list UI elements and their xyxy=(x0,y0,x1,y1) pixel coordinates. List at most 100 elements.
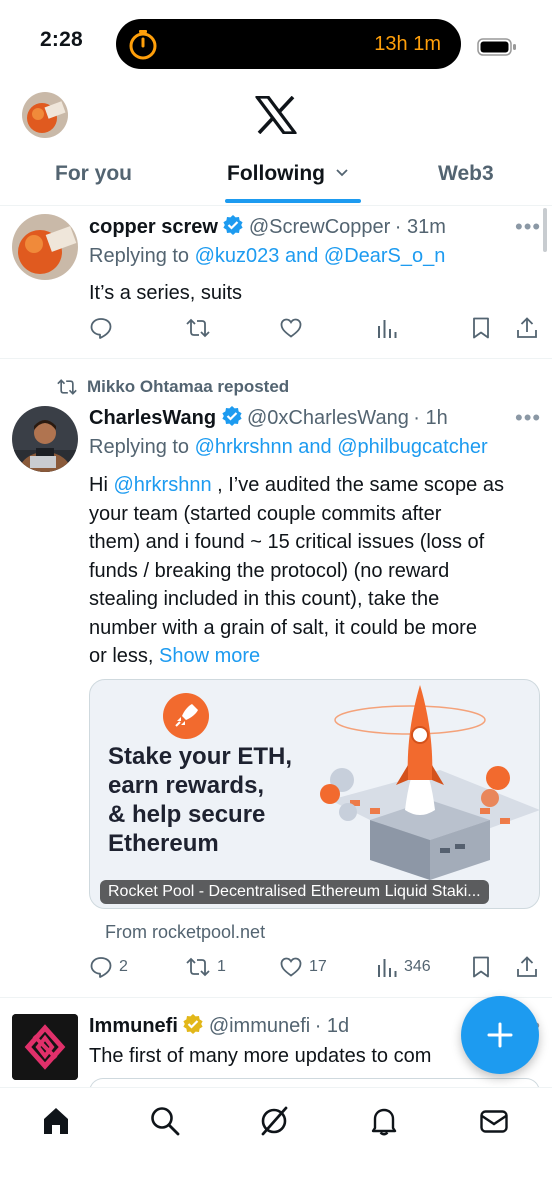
tweet-text-line: Hi xyxy=(89,474,114,496)
grok-icon[interactable] xyxy=(258,1105,290,1137)
tweet-time: · 1d xyxy=(314,1015,350,1037)
bookmark-button[interactable] xyxy=(471,955,491,979)
repost-button[interactable] xyxy=(185,316,211,340)
timer-icon xyxy=(126,27,160,61)
tab-for-you[interactable]: For you xyxy=(55,162,132,186)
card-headline: Stake your ETH, earn rewards, & help sec… xyxy=(108,742,308,858)
mention-link[interactable]: @hrkrshnn xyxy=(113,474,211,496)
profile-avatar[interactable] xyxy=(22,92,68,138)
like-count: 17 xyxy=(309,958,327,975)
bookmark-icon xyxy=(471,316,491,340)
author-name[interactable]: CharlesWang xyxy=(89,407,216,429)
replying-prefix: Replying to xyxy=(89,436,190,458)
timer-text: 13h 1m xyxy=(374,33,441,55)
repost-context[interactable]: Mikko Ohtamaa reposted xyxy=(55,377,289,397)
tweet-text-line: funds / breaking the protocol) (no rewar… xyxy=(89,559,450,582)
avatar[interactable] xyxy=(12,406,78,472)
reply-icon xyxy=(89,955,113,979)
tweet-header: Immunefi @immunefi · 1d xyxy=(89,1013,349,1038)
avatar[interactable] xyxy=(12,214,78,280)
card-source[interactable]: From rocketpool.net xyxy=(105,922,265,943)
card-headline-line: & help secure xyxy=(108,801,266,828)
active-tab-indicator xyxy=(225,199,361,203)
card-title-label: Rocket Pool - Decentralised Ethereum Liq… xyxy=(100,880,489,904)
author-name[interactable]: Immunefi xyxy=(89,1015,178,1037)
tweet-text-line: , I’ve audited the same scope as xyxy=(211,474,504,496)
tweet-actions: 2 1 17 346 xyxy=(0,955,552,985)
tweet-header: copper screw @ScrewCopper · 31m xyxy=(89,214,446,239)
tab-following-label: Following xyxy=(227,162,325,185)
card-headline-line: Stake your ETH, xyxy=(108,743,293,770)
share-icon xyxy=(515,316,539,340)
tweet-time: · 1h xyxy=(413,407,448,429)
tab-web3[interactable]: Web3 xyxy=(438,162,494,186)
views-icon xyxy=(376,955,398,979)
bottom-navigation xyxy=(0,1087,552,1200)
repost-icon xyxy=(185,955,211,979)
repost-icon xyxy=(55,377,79,397)
repost-button[interactable]: 1 xyxy=(185,955,226,979)
repost-count: 1 xyxy=(217,958,226,975)
divider xyxy=(0,358,552,359)
reply-button[interactable]: 2 xyxy=(89,955,128,979)
repost-icon xyxy=(185,316,211,340)
search-icon[interactable] xyxy=(149,1105,181,1137)
tweet-time: · 31m xyxy=(394,216,446,238)
bookmark-button[interactable] xyxy=(471,316,491,340)
replying-users[interactable]: @hrkrshnn and @philbugcatcher xyxy=(195,436,488,458)
card-headline-line: Ethereum xyxy=(108,830,219,857)
tweet-text: It’s a series, suits xyxy=(89,282,243,304)
repost-label: Mikko Ohtamaa reposted xyxy=(87,377,290,396)
verified-badge-icon xyxy=(221,405,243,427)
author-handle[interactable]: @immunefi xyxy=(209,1015,310,1037)
x-logo-icon[interactable] xyxy=(255,96,297,134)
compose-button[interactable] xyxy=(461,996,539,1074)
views-button[interactable] xyxy=(376,316,398,340)
chevron-down-icon xyxy=(335,168,349,177)
views-icon xyxy=(376,316,398,340)
rocket-illustration xyxy=(290,680,539,908)
replying-to: Replying to @hrkrshnn and @philbugcatche… xyxy=(89,436,488,459)
heart-icon xyxy=(279,316,303,340)
share-icon xyxy=(515,955,539,979)
link-card[interactable]: Stake your ETH, earn rewards, & help sec… xyxy=(89,679,540,909)
replying-to: Replying to @kuz023 and @DearS_o_n xyxy=(89,245,445,268)
home-icon[interactable] xyxy=(40,1105,72,1137)
more-options-icon[interactable]: ••• xyxy=(515,405,541,431)
heart-icon xyxy=(279,955,303,979)
scrollbar[interactable] xyxy=(543,208,547,252)
views-button[interactable]: 346 xyxy=(376,955,431,979)
avatar[interactable] xyxy=(12,1014,78,1080)
divider xyxy=(0,997,552,998)
status-time: 2:28 xyxy=(40,28,83,51)
tweet-text-line: them) and i found ~ 15 critical issues (… xyxy=(89,531,485,553)
tweet-text-line: number with a grain of salt, it could be… xyxy=(89,616,477,639)
reply-count: 2 xyxy=(119,958,128,975)
card-headline-line: earn rewards, xyxy=(108,772,265,799)
messages-icon[interactable] xyxy=(478,1105,510,1137)
share-button[interactable] xyxy=(515,316,539,340)
tweet-text-line: your team (started couple commits after xyxy=(89,502,442,525)
rocket-pool-logo-icon xyxy=(162,692,210,740)
author-handle[interactable]: @ScrewCopper xyxy=(249,216,390,238)
timeline-tabs: For you Following Web3 xyxy=(0,150,552,206)
battery-icon xyxy=(477,38,517,56)
replying-users[interactable]: @kuz023 and @DearS_o_n xyxy=(195,245,446,267)
author-handle[interactable]: @0xCharlesWang xyxy=(247,407,409,429)
reply-button[interactable] xyxy=(89,316,113,340)
tweet-header: CharlesWang @0xCharlesWang · 1h xyxy=(89,405,448,430)
more-options-icon[interactable]: ••• xyxy=(515,214,541,240)
reply-icon xyxy=(89,316,113,340)
author-name[interactable]: copper screw xyxy=(89,216,218,238)
tab-following[interactable]: Following xyxy=(227,162,349,186)
share-button[interactable] xyxy=(515,955,539,979)
replying-prefix: Replying to xyxy=(89,245,190,267)
tweet-text-line: or less, xyxy=(89,645,160,667)
dynamic-island[interactable]: 13h 1m xyxy=(116,19,461,69)
views-count: 346 xyxy=(404,958,431,975)
like-button[interactable] xyxy=(279,316,303,340)
like-button[interactable]: 17 xyxy=(279,955,327,979)
notifications-icon[interactable] xyxy=(368,1105,400,1137)
tweet-text: Hi @hrkrshnn , I’ve audited the same sco… xyxy=(89,471,544,671)
show-more-link[interactable]: Show more xyxy=(159,645,260,667)
